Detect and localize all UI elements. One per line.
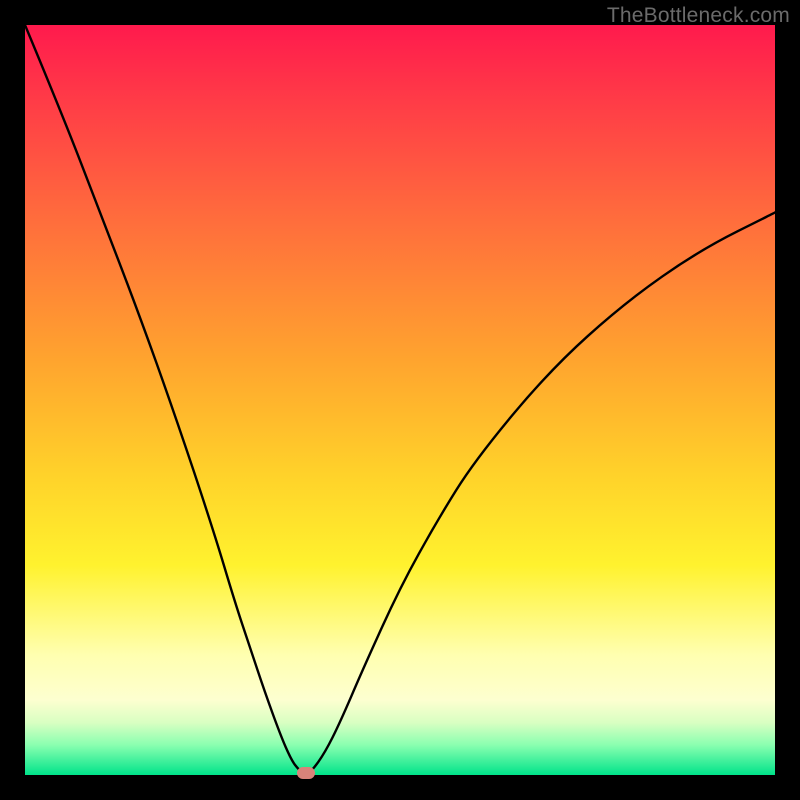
plot-area <box>25 25 775 775</box>
optimum-marker <box>297 767 315 779</box>
bottleneck-curve <box>25 25 775 775</box>
chart-frame: TheBottleneck.com <box>0 0 800 800</box>
